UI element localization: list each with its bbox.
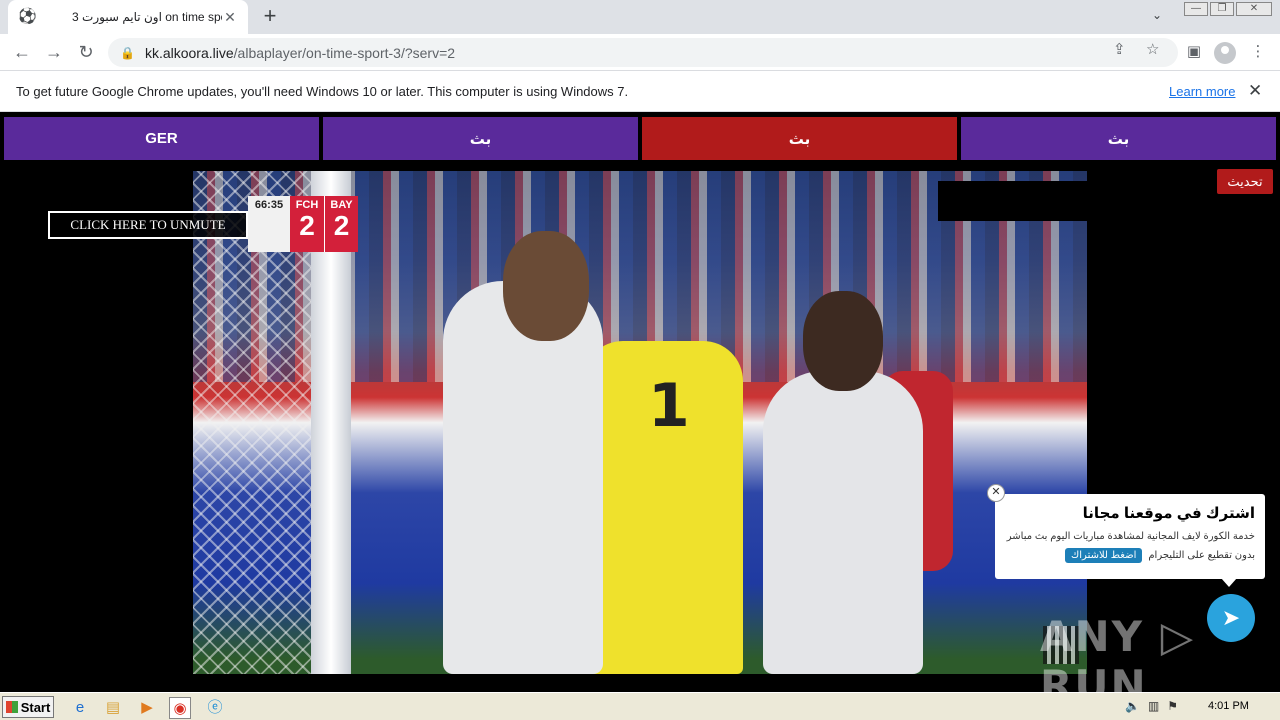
tab-strip: ⚽ اون تايم سبورت 3 on time sport ✕ + ⌄ —… <box>0 0 1280 34</box>
keeper-number: 1 <box>648 371 690 441</box>
update-infobar: To get future Google Chrome updates, you… <box>0 71 1280 112</box>
promo-subtext: بدون تقطيع على التليجرام <box>1148 550 1255 561</box>
close-window-button[interactable]: ✕ <box>1236 2 1272 16</box>
away-team-score: 2 <box>333 210 350 241</box>
lock-icon[interactable]: 🔒 <box>120 46 135 60</box>
browser-tab[interactable]: ⚽ اون تايم سبورت 3 on time sport ✕ <box>8 0 248 34</box>
refresh-button[interactable]: تحديث <box>1217 169 1273 194</box>
video-player-right-head <box>803 291 883 391</box>
windows-logo-icon <box>5 701 18 713</box>
tab-title: اون تايم سبورت 3 on time sport <box>72 10 222 24</box>
system-tray: 🔈 ▥ ⚑ <box>1125 699 1178 713</box>
page-content: GER بث بث بث تحديث 1 66:35 FCH 2 BAY 2 C… <box>0 112 1280 710</box>
address-bar[interactable]: 🔒 kk.alkoora.live/albaplayer/on-time-spo… <box>108 38 1178 67</box>
start-label: Start <box>20 699 51 715</box>
server-button-1[interactable]: بث <box>323 117 638 160</box>
tab-search-chevron-icon[interactable]: ⌄ <box>1152 8 1162 22</box>
match-clock-text: 66:35 <box>254 199 284 211</box>
flag-icon[interactable]: ⚑ <box>1167 699 1178 713</box>
reload-icon[interactable]: ↻ <box>74 40 98 64</box>
scorebug: 66:35 FCH 2 BAY 2 <box>248 196 358 252</box>
server-button-ger[interactable]: GER <box>4 117 319 160</box>
folder-icon[interactable]: ▤ <box>102 697 124 719</box>
menu-kebab-icon[interactable]: ⋮ <box>1248 42 1268 62</box>
browser-toolbar: ← → ↻ 🔒 kk.alkoora.live/albaplayer/on-ti… <box>0 34 1280 71</box>
ie-icon[interactable]: e <box>69 697 91 719</box>
new-tab-button[interactable]: + <box>258 5 282 29</box>
overlay-black-box <box>938 181 1087 221</box>
restore-button[interactable]: ❐ <box>1210 2 1234 16</box>
share-icon[interactable]: ⇪ <box>1113 40 1126 58</box>
away-team: BAY 2 <box>324 196 358 252</box>
tab-close-icon[interactable]: ✕ <box>222 9 238 26</box>
back-arrow-icon[interactable]: ← <box>10 40 34 64</box>
windows-taskbar: Start e ▤ ▶ ◉ ⓔ 🔈 ▥ ⚑ 4:01 PM <box>0 692 1280 720</box>
chrome-icon[interactable]: ◉ <box>169 697 191 719</box>
infobar-close-icon[interactable]: ✕ <box>1248 81 1262 101</box>
bookmark-star-icon[interactable]: ☆ <box>1146 40 1159 58</box>
video-player[interactable]: 1 66:35 FCH 2 BAY 2 <box>193 171 1087 674</box>
promo-row: اضغط للاشتراك بدون تقطيع على التليجرام <box>1005 548 1255 563</box>
home-team: FCH 2 <box>290 196 324 252</box>
taskbar-clock[interactable]: 4:01 PM <box>1208 700 1249 712</box>
minimize-button[interactable]: — <box>1184 2 1208 16</box>
match-clock: 66:35 <box>248 196 290 252</box>
infobar-message: To get future Google Chrome updates, you… <box>16 84 629 99</box>
url-host: kk.alkoora.live <box>144 44 234 61</box>
network-icon[interactable]: ▥ <box>1148 699 1159 713</box>
promo-description: خدمة الكورة لايف المجانية لمشاهدة مباريا… <box>1006 531 1255 542</box>
promo-close-icon[interactable]: ✕ <box>987 484 1005 502</box>
video-player-right <box>763 371 923 674</box>
edge-icon[interactable]: ⓔ <box>204 697 226 719</box>
server-button-3[interactable]: بث <box>961 117 1276 160</box>
promo-tail <box>1221 578 1237 587</box>
forward-arrow-icon[interactable]: → <box>42 40 66 64</box>
subscribe-button[interactable]: اضغط للاشتراك <box>1065 548 1143 563</box>
media-player-icon[interactable]: ▶ <box>136 697 158 719</box>
server-button-2-active[interactable]: بث <box>642 117 957 160</box>
side-panel-icon[interactable]: ▣ <box>1184 42 1204 62</box>
url-path: /albaplayer/on-time-sport-3/?serv=2 <box>233 44 456 61</box>
video-player-left-head <box>503 231 589 341</box>
volume-icon[interactable]: 🔈 <box>1125 699 1140 713</box>
video-player-left <box>443 281 603 674</box>
unmute-button[interactable]: CLICK HERE TO UNMUTE <box>48 211 248 239</box>
start-button[interactable]: Start <box>2 696 54 718</box>
profile-avatar-icon[interactable] <box>1214 42 1236 64</box>
home-team-score: 2 <box>299 210 315 241</box>
soccer-ball-icon: ⚽ <box>18 8 37 25</box>
promo-title: اشترك في موقعنا مجانا <box>1082 505 1255 522</box>
telegram-promo-popup: ✕ اشترك في موقعنا مجانا خدمة الكورة لايف… <box>987 484 1265 587</box>
learn-more-link[interactable]: Learn more <box>1169 84 1235 99</box>
